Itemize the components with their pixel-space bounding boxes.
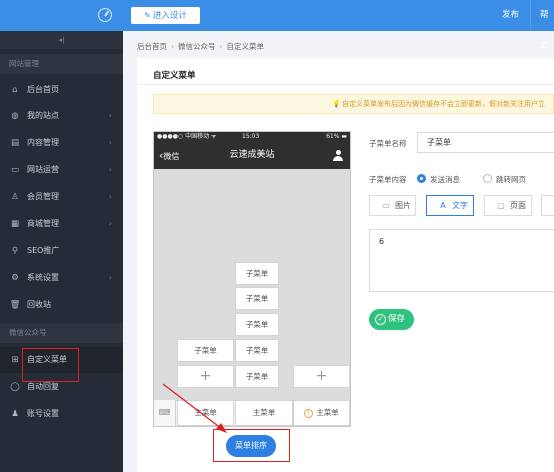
tab-more[interactable] <box>541 195 554 216</box>
phone-title: 云速成美站 <box>229 150 275 160</box>
dashboard-icon[interactable] <box>98 8 112 22</box>
chevron-right-icon: › <box>108 219 112 228</box>
person-icon[interactable] <box>333 150 343 161</box>
chevron-right-icon: › <box>108 273 112 282</box>
sidebar-item-trash[interactable]: 🗑 回收站 <box>0 292 123 318</box>
submenu-item[interactable]: 子菜单 <box>235 287 279 310</box>
tab-page[interactable]: ▢ 页面 <box>484 195 532 216</box>
breadcrumb: 后台首页 › 微信公众号 › 自定义菜单 <box>137 42 265 51</box>
sidebar-item-members[interactable]: ♙ 会员管理 › <box>0 184 123 210</box>
chevron-right-icon: › <box>108 138 112 147</box>
lightbulb-icon: 💡 <box>332 100 341 108</box>
radio-send-message[interactable] <box>417 174 426 183</box>
sidebar-item-content[interactable]: ▤ 内容管理 › <box>0 130 123 156</box>
sidebar-group-title: 网站管理 <box>0 54 123 74</box>
sidebar-item-home[interactable]: ⌂ 后台首页 <box>0 77 123 103</box>
search-icon: ⚲ <box>11 246 19 256</box>
chevron-right-icon: › <box>108 192 112 201</box>
tab-text[interactable]: A 文字 <box>426 195 474 216</box>
warning-icon: ! <box>304 409 314 418</box>
user-icon: ♟ <box>11 409 19 419</box>
phone-status-bar: ●●●●○ 中国移动 ᯤ 15:03 61% ▬ <box>154 132 350 142</box>
highlight-box <box>213 429 290 462</box>
add-submenu-button[interactable]: + <box>293 365 350 388</box>
submenu-name-input[interactable] <box>417 132 554 153</box>
divider <box>137 84 554 85</box>
submenu-name-label: 子菜单名称 <box>369 139 407 148</box>
home-icon: ⌂ <box>12 85 18 95</box>
sidebar-item-account[interactable]: ♟ 账号设置 <box>0 401 123 427</box>
submenu-item[interactable]: 子菜单 <box>235 339 279 362</box>
add-submenu-button[interactable]: + <box>177 365 234 388</box>
text-icon: A <box>440 201 446 210</box>
tab-image[interactable]: ▭ 图片 <box>369 195 416 216</box>
publish-button[interactable]: 发布 <box>502 0 519 31</box>
main-menu-item[interactable]: 主菜单 <box>235 400 293 426</box>
gear-icon: ⚙ <box>11 273 19 283</box>
notice-banner: 💡 自定义菜单发布后因为微信缓存不会立即更新，假对新关注用户立 <box>153 94 554 114</box>
submenu-item[interactable]: 子菜单 <box>235 262 279 285</box>
help-button[interactable]: 帮助 <box>540 0 554 51</box>
radio-jump-label: 跳转网页 <box>496 175 526 184</box>
globe-icon: ◍ <box>11 111 19 121</box>
chat-icon: ◯ <box>10 382 20 392</box>
submenu-item[interactable]: 子菜单 <box>235 313 279 336</box>
sidebar-item-seo[interactable]: ⚲ SEO推广 <box>0 238 123 264</box>
store-icon: ▦ <box>10 219 20 229</box>
image-icon: ▭ <box>382 201 390 210</box>
breadcrumb-item[interactable]: 微信公众号 <box>178 42 216 51</box>
check-icon: ✓ <box>375 314 386 325</box>
pencil-icon: ✎ <box>144 11 151 20</box>
top-bar: ✎ 进入设计 发布 帮助 <box>0 0 554 51</box>
radio-send-label: 发送消息 <box>430 175 460 184</box>
radio-jump-page[interactable] <box>483 174 492 183</box>
sidebar-item-settings[interactable]: ⚙ 系统设置 › <box>0 265 123 291</box>
grid-icon: ⊞ <box>11 355 19 365</box>
message-textarea[interactable]: 6 <box>369 229 554 292</box>
keyboard-icon: ⌨ <box>154 400 176 426</box>
phone-nav-bar: ‹微信 云速成美站 <box>154 142 350 169</box>
enter-design-button[interactable]: ✎ 进入设计 <box>131 7 200 24</box>
document-icon: ▤ <box>10 138 20 148</box>
phone-preview: ●●●●○ 中国移动 ᯤ 15:03 61% ▬ ‹微信 云速成美站 子菜单 子… <box>153 131 351 427</box>
sidebar-item-operations[interactable]: ▭ 网站运营 › <box>0 157 123 183</box>
trash-icon: 🗑 <box>9 300 21 310</box>
submenu-item[interactable]: 子菜单 <box>177 339 234 362</box>
breadcrumb-item[interactable]: 后台首页 <box>137 42 167 51</box>
save-button[interactable]: ✓ 保存 <box>369 309 414 330</box>
main-menu-item[interactable]: ! 主菜单 <box>293 400 350 426</box>
chevron-right-icon: › <box>108 111 112 120</box>
submenu-content-label: 子菜单内容 <box>369 175 407 184</box>
page-icon: ▢ <box>497 201 505 210</box>
chevron-right-icon: › <box>108 165 112 174</box>
sidebar-collapse-handle[interactable]: ◂| <box>0 31 123 49</box>
users-icon: ♙ <box>11 192 19 202</box>
sidebar-item-store[interactable]: ▦ 商城管理 › <box>0 211 123 237</box>
submenu-item[interactable]: 子菜单 <box>235 365 279 388</box>
sidebar-item-sites[interactable]: ◍ 我的站点 › <box>0 103 123 129</box>
divider <box>530 0 531 31</box>
breadcrumb-item: 自定义菜单 <box>226 42 265 51</box>
sidebar: ◂| 网站管理 ⌂ 后台首页 ◍ 我的站点 › ▤ 内容管理 › ▭ 网站运营 › ♙ 会员管理… <box>0 31 123 472</box>
sidebar-group-title: 微信公众号 <box>0 323 123 343</box>
monitor-icon: ▭ <box>10 165 20 175</box>
highlight-box <box>22 348 79 382</box>
page-title: 自定义菜单 <box>153 71 196 81</box>
main-menu-item[interactable]: 主菜单 <box>177 400 234 426</box>
